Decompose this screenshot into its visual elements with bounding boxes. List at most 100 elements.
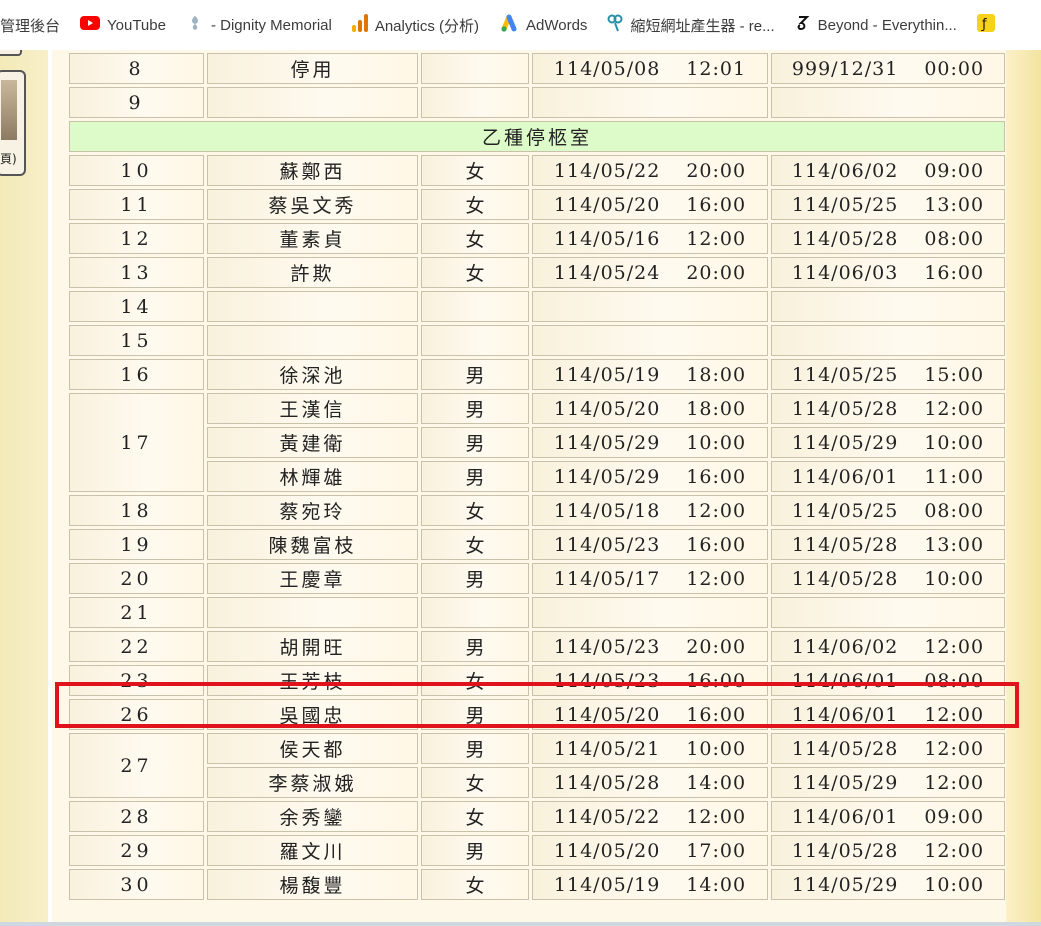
out-date: 114/06/01 [791, 703, 899, 726]
in-date: 114/05/20 [553, 193, 661, 216]
out-time: 09:00 [924, 159, 985, 182]
deceased-name: 林輝雄 [207, 461, 418, 492]
check-in-time: 114/05/08 12:01 [532, 53, 768, 84]
in-time: 14:00 [686, 771, 747, 794]
out-date: 114/05/29 [791, 771, 899, 794]
check-out-time: 114/05/28 12:00 [771, 835, 1005, 866]
check-in-time: 114/05/22 20:00 [532, 155, 768, 186]
gender: 女 [421, 257, 529, 288]
gender: 女 [421, 189, 529, 220]
deceased-name: 楊馥豐 [207, 869, 418, 900]
table-row: 10 蘇鄭西女 114/05/22 20:00 114/06/02 09:00 [69, 155, 1005, 186]
deceased-name: 董素貞 [207, 223, 418, 254]
check-out-time: 114/06/01 08:00 [771, 665, 1005, 696]
in-date: 114/05/19 [553, 363, 661, 386]
out-time: 11:00 [924, 465, 985, 488]
check-in-time: 114/05/21 10:00 [532, 733, 768, 764]
section-title: 乙種停柩室 [69, 121, 1005, 152]
left-widget-top[interactable] [0, 50, 22, 56]
in-date: 114/05/29 [553, 431, 661, 454]
gender: 女 [421, 155, 529, 186]
check-out-time: 114/06/02 09:00 [771, 155, 1005, 186]
table-row: 14 [69, 291, 1005, 322]
scrollbar-track[interactable] [0, 922, 1041, 926]
table-row: 29 羅文川男 114/05/20 17:00 114/05/28 12:00 [69, 835, 1005, 866]
deceased-name: 許欺 [207, 257, 418, 288]
bookmark-analytics[interactable]: Analytics (分析) [342, 0, 489, 50]
bookmark-dignity-memorial[interactable]: - Dignity Memorial [176, 0, 342, 50]
bookmark-label: AdWords [526, 16, 588, 34]
check-out-time: 114/05/25 08:00 [771, 495, 1005, 526]
check-in-time: 114/05/29 10:00 [532, 427, 768, 458]
in-time: 20:00 [686, 261, 747, 284]
out-date: 114/05/25 [791, 363, 899, 386]
bookmark-label: - Dignity Memorial [210, 16, 332, 34]
out-time: 08:00 [924, 227, 985, 250]
bookmark-overflow[interactable]: ƒ [967, 0, 1012, 50]
table-row: 13 許欺女 114/05/24 20:00 114/06/03 16:00 [69, 257, 1005, 288]
check-out-time: 114/06/01 09:00 [771, 801, 1005, 832]
in-time: 10:00 [686, 737, 747, 760]
room-number: 18 [69, 495, 204, 526]
deceased-name: 羅文川 [207, 835, 418, 866]
check-in-time [532, 597, 768, 628]
table-row: 19 陳魏富枝女 114/05/23 16:00 114/05/28 13:00 [69, 529, 1005, 560]
out-date: 114/06/02 [791, 635, 899, 658]
in-date: 114/05/19 [553, 873, 661, 896]
out-time: 08:00 [924, 669, 985, 692]
in-date: 114/05/28 [553, 771, 661, 794]
bookmark-admin[interactable]: 管理後台 [0, 0, 70, 50]
deceased-name: 余秀鑾 [207, 801, 418, 832]
check-in-time: 114/05/19 18:00 [532, 359, 768, 390]
in-time: 12:00 [686, 227, 747, 250]
check-out-time: 114/05/28 10:00 [771, 563, 1005, 594]
in-time: 18:00 [686, 363, 747, 386]
room-number: 12 [69, 223, 204, 254]
in-time: 18:00 [686, 397, 747, 420]
check-in-time: 114/05/16 12:00 [532, 223, 768, 254]
room-number: 19 [69, 529, 204, 560]
in-time: 12:00 [686, 567, 747, 590]
in-time: 16:00 [686, 465, 747, 488]
table-row: 30 楊馥豐女 114/05/19 14:00 114/05/29 10:00 [69, 869, 1005, 900]
gender: 男 [421, 461, 529, 492]
gender [421, 87, 529, 118]
room-number: 23 [69, 665, 204, 696]
table-row: 28 余秀鑾女 114/05/22 12:00 114/06/01 09:00 [69, 801, 1005, 832]
out-time: 12:00 [924, 397, 985, 420]
in-time: 14:00 [686, 873, 747, 896]
gender: 男 [421, 563, 529, 594]
table-row: 20 王慶章男 114/05/17 12:00 114/05/28 10:00 [69, 563, 1005, 594]
room-number: 21 [69, 597, 204, 628]
in-date: 114/05/22 [553, 159, 661, 182]
room-number: 17 [69, 393, 204, 492]
table-row: 8 停用 114/05/08 12:01 999/12/31 00:00 [69, 53, 1005, 84]
bookmark-youtube[interactable]: YouTube [70, 0, 176, 50]
out-date: 114/05/28 [791, 567, 899, 590]
in-date: 114/05/16 [553, 227, 661, 250]
bookmark-adwords[interactable]: AdWords [489, 0, 597, 50]
out-date: 114/05/25 [791, 193, 899, 216]
out-time: 12:00 [924, 703, 985, 726]
check-out-time: 114/05/28 12:00 [771, 733, 1005, 764]
in-date: 114/05/23 [553, 635, 661, 658]
check-out-time: 114/05/28 13:00 [771, 529, 1005, 560]
bookmark-beyond[interactable]: Beyond - Everythin... [785, 0, 967, 50]
in-time: 17:00 [686, 839, 747, 862]
analytics-icon [351, 14, 368, 36]
check-in-time: 114/05/20 18:00 [532, 393, 768, 424]
left-widget-thumbnail[interactable]: 頁) [0, 70, 26, 176]
bookmark-label: Analytics (分析) [374, 17, 480, 35]
gender: 男 [421, 427, 529, 458]
gender: 女 [421, 869, 529, 900]
gender: 男 [421, 699, 529, 730]
bookmark-label: Beyond - Everythin... [817, 16, 957, 34]
gender: 男 [421, 359, 529, 390]
deceased-name [207, 291, 418, 322]
check-in-time: 114/05/28 14:00 [532, 767, 768, 798]
check-out-time: 114/06/01 12:00 [771, 699, 1005, 730]
table-row: 26 吳國忠男 114/05/20 16:00 114/06/01 12:00 [69, 699, 1005, 730]
bookmark-url-shortener[interactable]: 縮短網址產生器 - re... [597, 0, 784, 50]
table-row: 15 [69, 325, 1005, 356]
out-time: 13:00 [924, 193, 985, 216]
